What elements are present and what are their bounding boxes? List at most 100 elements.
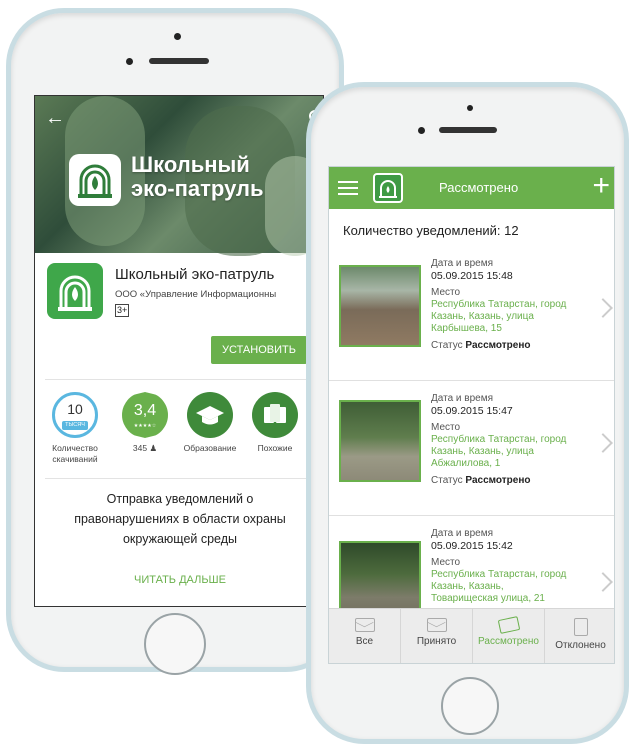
tab-reviewed-label: Рассмотрено — [478, 636, 539, 647]
downloads-unit: ТЫСЯЧ — [62, 421, 88, 430]
tab-accepted-label: Принято — [416, 636, 457, 647]
date-value: 05.09.2015 15:42 — [431, 540, 513, 552]
place-label: Место — [431, 422, 461, 433]
back-phone-frame: ← Школьный эко-патруль Школьный эко-патр… — [6, 8, 344, 675]
rating-stat[interactable]: 3,4 ★★★★☆ 345 ♟ — [115, 392, 175, 454]
downloads-badge: 10 ТЫСЯЧ — [52, 392, 98, 438]
status-label: Статус — [431, 475, 463, 486]
status-row: Статус Рассмотрено — [431, 340, 591, 352]
address-line2: Казань, Казань, улица — [431, 446, 534, 457]
description-line2: правонарушениях в области охраны — [74, 512, 286, 526]
date-label: Дата и время — [431, 393, 494, 404]
downloads-label: Количество скачиваний — [45, 443, 105, 465]
home-button[interactable] — [144, 613, 206, 675]
address-line3: Карбышева, 15 — [431, 323, 502, 334]
status-label: Статус — [431, 340, 463, 351]
similar-apps-icon — [252, 392, 298, 438]
toolbar-logo — [373, 173, 403, 203]
app-screen: Рассмотрено + Количество уведомлений: 12… — [328, 166, 615, 664]
status-value: Рассмотрено — [465, 475, 531, 486]
date-value: 05.09.2015 15:47 — [431, 405, 513, 417]
hero-title: Школьный эко-патруль — [131, 153, 264, 201]
hero-app-logo — [69, 154, 121, 206]
siren-icon — [78, 164, 112, 198]
card-details: Дата и время 05.09.2015 15:48 Место Респ… — [431, 258, 591, 352]
home-button[interactable] — [441, 677, 499, 735]
report-photo — [339, 400, 421, 482]
mail-icon — [354, 618, 375, 632]
siren-logo-icon — [58, 275, 92, 311]
graduation-cap-icon — [187, 392, 233, 438]
add-icon[interactable]: + — [592, 171, 610, 201]
rating-count: 345 ♟ — [132, 443, 158, 453]
age-rating-badge: 3+ — [115, 304, 130, 317]
read-more-link[interactable]: ЧИТАТЬ ДАЛЬШЕ — [35, 574, 323, 586]
report-photo — [339, 265, 421, 347]
front-phone-frame: Рассмотрено + Количество уведомлений: 12… — [306, 82, 629, 744]
bottom-tab-bar: Все Принято Рассмотрено Отклонено — [329, 608, 614, 663]
developer-name[interactable]: ООО «Управление Информационны — [115, 289, 276, 300]
address-line1: Республика Татарстан, город — [431, 299, 567, 310]
rating-stars: ★★★★☆ — [133, 423, 157, 429]
screen-title: Рассмотрено — [439, 180, 519, 195]
similar-label: Похожие — [257, 443, 293, 453]
app-logo — [47, 263, 103, 319]
sensor — [418, 127, 425, 134]
siren-small-icon — [379, 180, 397, 198]
similar-stat[interactable]: Похожие — [245, 392, 305, 454]
date-label: Дата и время — [431, 528, 494, 539]
downloads-value: 10 — [67, 401, 83, 417]
front-camera — [174, 33, 181, 40]
place-label: Место — [431, 287, 461, 298]
tab-all-label: Все — [355, 636, 374, 647]
tab-reviewed[interactable]: Рассмотрено — [473, 609, 545, 663]
money-icon — [497, 616, 520, 634]
store-screen: ← Школьный эко-патруль Школьный эко-патр… — [34, 95, 324, 607]
address-line2: Казань, Казань, — [431, 581, 504, 592]
app-name: Школьный эко-патруль — [115, 266, 275, 283]
date-value: 05.09.2015 15:48 — [431, 270, 513, 282]
notification-card[interactable]: Дата и время 05.09.2015 15:47 Место Респ… — [329, 382, 614, 516]
front-camera — [467, 105, 473, 111]
downloads-label-line1: Количество — [52, 443, 98, 453]
rating-badge: 3,4 ★★★★☆ — [122, 392, 168, 438]
mail-open-icon — [426, 618, 447, 632]
chevron-right-icon — [593, 298, 613, 318]
downloads-label-line2: скачиваний — [52, 454, 98, 464]
tab-rejected[interactable]: Отклонено — [545, 609, 614, 663]
chevron-right-icon — [593, 433, 613, 453]
date-label: Дата и время — [431, 258, 494, 269]
speaker-grille — [439, 127, 497, 133]
description-line1: Отправка уведомлений о — [106, 492, 254, 506]
category-label: Образование — [183, 443, 237, 453]
category-stat[interactable]: Образование — [180, 392, 240, 454]
address-line1: Республика Татарстан, город — [431, 434, 567, 445]
address-line3: Абжалилова, 1 — [431, 458, 501, 469]
tab-accepted[interactable]: Принято — [401, 609, 473, 663]
description-line3: окружающей среды — [122, 532, 238, 546]
hero-title-line1: Школьный — [131, 152, 250, 177]
hero-title-line2: эко-патруль — [131, 176, 264, 201]
divider — [45, 379, 315, 380]
place-label: Место — [431, 557, 461, 568]
status-row: Статус Рассмотрено — [431, 475, 591, 487]
card-details: Дата и время 05.09.2015 15:42 Место Респ… — [431, 528, 591, 605]
sensor — [126, 58, 133, 65]
tab-rejected-label: Отклонено — [555, 640, 606, 651]
app-toolbar: Рассмотрено + — [329, 167, 614, 209]
card-details: Дата и время 05.09.2015 15:47 Место Респ… — [431, 393, 591, 487]
tab-all[interactable]: Все — [329, 609, 401, 663]
rating-value: 3,4 — [133, 402, 157, 419]
hero-banner: ← Школьный эко-патруль — [35, 96, 323, 256]
notification-card[interactable]: Дата и время 05.09.2015 15:48 Место Респ… — [329, 247, 614, 381]
document-icon — [573, 618, 588, 636]
notification-count: Количество уведомлений: 12 — [343, 223, 519, 238]
address-line1: Республика Татарстан, город — [431, 569, 567, 580]
back-arrow-icon[interactable]: ← — [45, 108, 65, 128]
menu-icon[interactable] — [338, 181, 358, 195]
address-line2: Казань, Казань, улица — [431, 311, 534, 322]
install-button[interactable]: УСТАНОВИТЬ — [211, 336, 307, 364]
status-value: Рассмотрено — [465, 340, 531, 351]
divider — [45, 478, 315, 479]
chevron-right-icon — [593, 572, 613, 592]
